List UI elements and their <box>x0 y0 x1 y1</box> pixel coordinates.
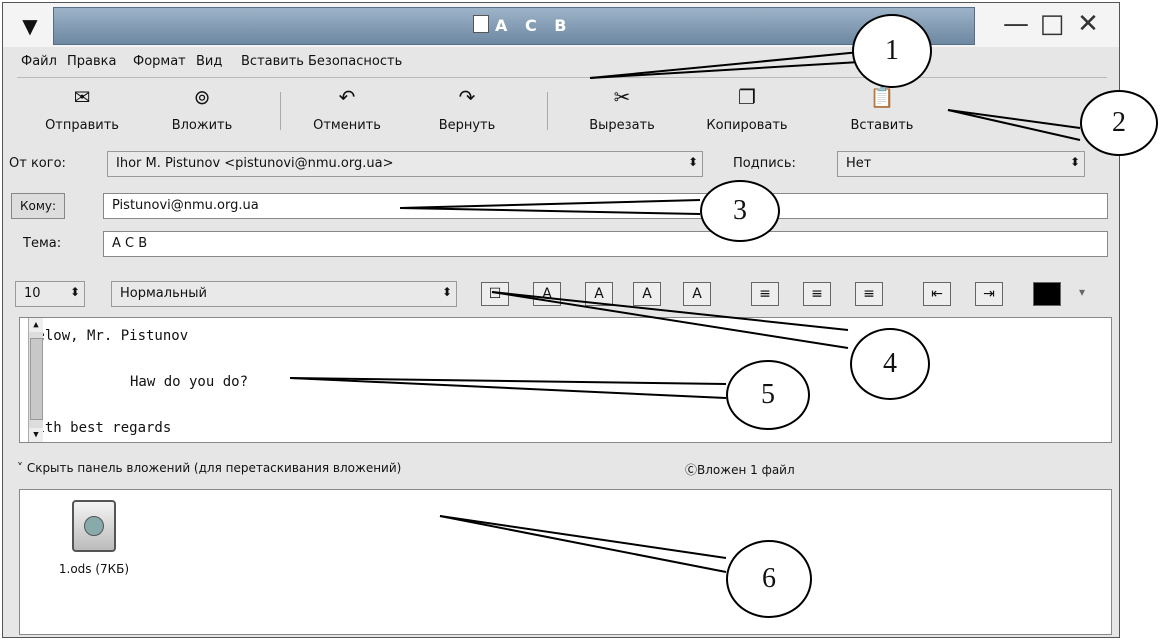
leader-line-3b <box>399 207 701 215</box>
callout-2: 2 <box>1080 90 1158 156</box>
leader-line-6a <box>439 515 727 559</box>
leader-line-4a <box>491 291 849 331</box>
callout-5: 5 <box>726 360 810 430</box>
callout-3: 3 <box>700 180 780 242</box>
leader-line-6b <box>439 515 727 573</box>
callout-4: 4 <box>850 328 930 400</box>
callout-6: 6 <box>726 540 812 618</box>
leader-line-3a <box>399 199 701 209</box>
leader-line-4b <box>491 291 849 349</box>
callout-1: 1 <box>852 14 932 88</box>
callout-leaders <box>289 51 1081 573</box>
